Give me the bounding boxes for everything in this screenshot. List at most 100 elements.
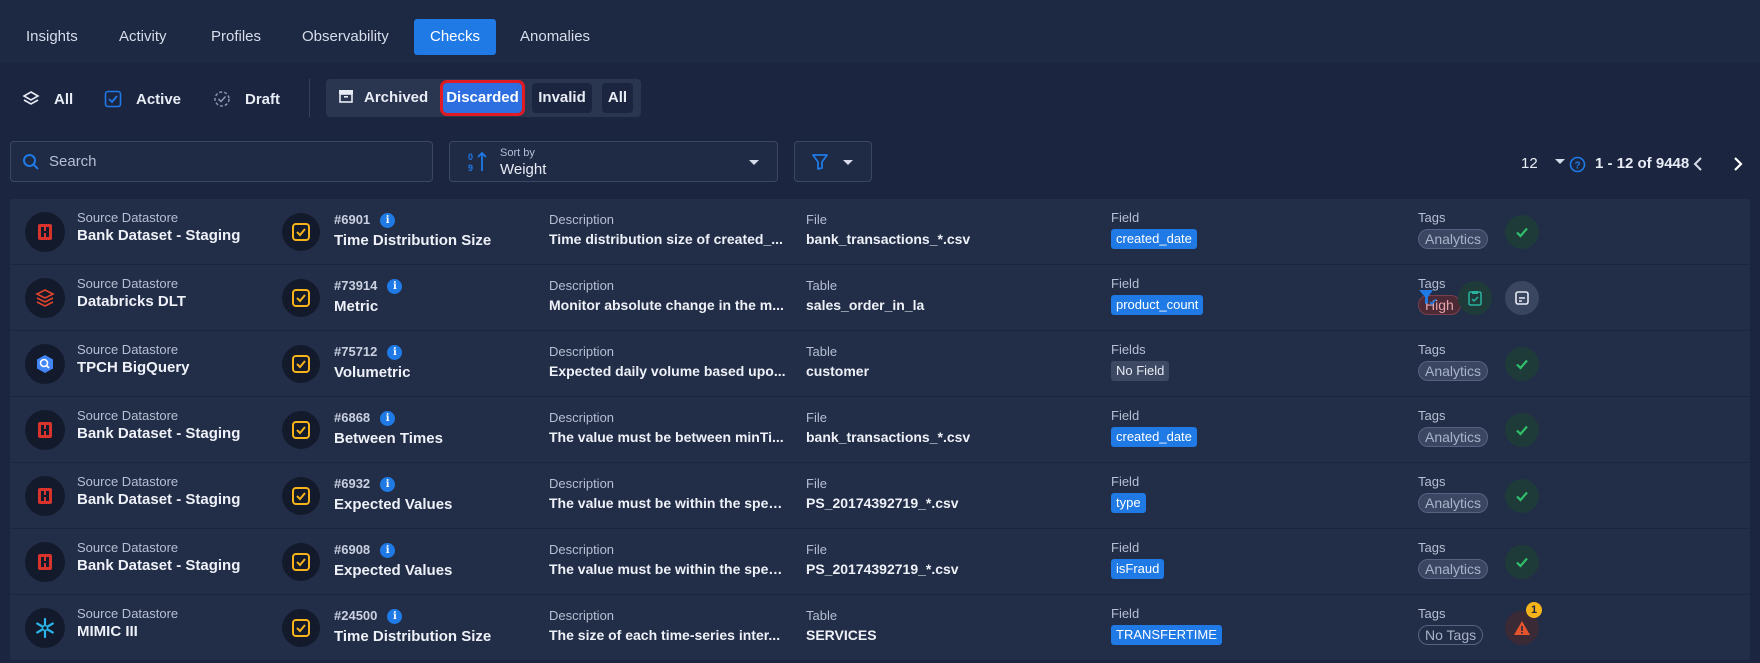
help-circle-icon[interactable]: ? bbox=[1569, 156, 1586, 173]
field-badge[interactable]: No Field bbox=[1111, 361, 1170, 381]
tag-badge[interactable]: No Tags bbox=[1418, 625, 1484, 645]
info-icon[interactable]: i bbox=[380, 543, 396, 559]
check-type[interactable]: Between Times bbox=[334, 429, 534, 448]
tag-badge[interactable]: Analytics bbox=[1418, 493, 1489, 513]
field-badge[interactable]: product_count bbox=[1111, 295, 1204, 315]
check-id: #6908 bbox=[334, 542, 371, 557]
status-ok-button[interactable] bbox=[1505, 215, 1539, 249]
check-id: #73914 bbox=[334, 278, 378, 293]
field-badge[interactable]: created_date bbox=[1111, 229, 1197, 249]
field-badge[interactable]: created_date bbox=[1111, 427, 1197, 447]
container-label: Table bbox=[806, 608, 838, 623]
container-name[interactable]: bank_transactions_*.csv bbox=[806, 230, 1086, 249]
check-type[interactable]: Volumetric bbox=[334, 363, 534, 382]
field-badge[interactable]: TRANSFERTIME bbox=[1111, 625, 1222, 645]
table-row[interactable]: Source Datastore Bank Dataset - Staging #6… bbox=[10, 199, 1750, 265]
table-row[interactable]: Source Datastore Databricks DLT #73914 i Met… bbox=[10, 265, 1750, 331]
per-page-select[interactable]: 12 bbox=[1521, 155, 1566, 172]
description-cell: Description The value must be within the … bbox=[549, 542, 787, 579]
sort-select[interactable]: 0 9 Sort by Weight bbox=[449, 141, 778, 182]
info-icon[interactable]: i bbox=[380, 411, 396, 427]
container-name[interactable]: customer bbox=[806, 362, 1086, 381]
clipboard-check-icon bbox=[1468, 291, 1482, 306]
activate-check-button[interactable] bbox=[1458, 281, 1492, 315]
filter-button[interactable] bbox=[794, 141, 872, 182]
filter-invalid[interactable]: Invalid bbox=[532, 83, 592, 113]
chevron-right-icon[interactable] bbox=[1732, 157, 1744, 171]
check-cell: #6932 i Expected Values bbox=[334, 476, 534, 514]
table-row[interactable]: Source Datastore Bank Dataset - Staging #6… bbox=[10, 397, 1750, 463]
field-cell: Fields No Field bbox=[1111, 342, 1371, 381]
check-icon bbox=[1516, 557, 1528, 568]
info-icon[interactable]: i bbox=[387, 279, 403, 295]
field-cell: Field TRANSFERTIME bbox=[1111, 606, 1371, 645]
datastore-name[interactable]: Bank Dataset - Staging bbox=[77, 490, 277, 509]
status-ok-button[interactable] bbox=[1505, 479, 1539, 513]
filter-archived-all[interactable]: All bbox=[602, 83, 633, 113]
filter-archived[interactable]: Archived bbox=[338, 83, 430, 113]
datastore-name[interactable]: Databricks DLT bbox=[77, 292, 277, 311]
datastore-name[interactable]: MIMIC III bbox=[77, 622, 277, 641]
filter-active-label: Active bbox=[136, 90, 182, 108]
check-type[interactable]: Metric bbox=[334, 297, 534, 316]
chevron-left-icon[interactable] bbox=[1692, 157, 1704, 171]
container-label: File bbox=[806, 542, 827, 557]
draft-check-icon bbox=[214, 91, 230, 107]
description-label: Description bbox=[549, 410, 615, 425]
datastore-name[interactable]: Bank Dataset - Staging bbox=[77, 424, 277, 443]
status-ok-button[interactable] bbox=[1505, 347, 1539, 381]
info-icon[interactable]: i bbox=[387, 345, 403, 361]
tag-badge[interactable]: Analytics bbox=[1418, 361, 1489, 381]
tab-insights[interactable]: Insights bbox=[10, 19, 94, 55]
datastore-name[interactable]: Bank Dataset - Staging bbox=[77, 226, 277, 245]
sort-value: Weight bbox=[500, 161, 547, 178]
field-badge[interactable]: type bbox=[1111, 493, 1146, 513]
container-name[interactable]: bank_transactions_*.csv bbox=[806, 428, 1086, 447]
check-type[interactable]: Time Distribution Size bbox=[334, 627, 534, 646]
table-row[interactable]: Source Datastore Bank Dataset - Staging #6… bbox=[10, 529, 1750, 595]
table-row[interactable]: Source Datastore Bank Dataset - Staging #6… bbox=[10, 463, 1750, 529]
filter-draft[interactable]: Draft bbox=[213, 87, 280, 111]
search-input[interactable]: Search bbox=[10, 141, 433, 182]
tab-checks[interactable]: Checks bbox=[414, 19, 497, 55]
check-cell: #6908 i Expected Values bbox=[334, 542, 534, 580]
container-name[interactable]: PS_20174392719_*.csv bbox=[806, 494, 1086, 513]
datastore-name[interactable]: TPCH BigQuery bbox=[77, 358, 277, 377]
field-badge[interactable]: isFraud bbox=[1111, 559, 1165, 579]
info-icon[interactable]: i bbox=[387, 609, 403, 625]
tab-anomalies[interactable]: Anomalies bbox=[504, 19, 606, 55]
filter-action-button[interactable] bbox=[1411, 281, 1445, 315]
filter-all[interactable]: All bbox=[22, 87, 73, 111]
field-cell: Field product_count bbox=[1111, 276, 1371, 315]
info-icon[interactable]: i bbox=[380, 477, 396, 493]
description-text: Monitor absolute change in the m... bbox=[549, 297, 784, 313]
tab-observability[interactable]: Observability bbox=[286, 19, 405, 55]
tag-badge[interactable]: Analytics bbox=[1418, 427, 1489, 447]
info-icon[interactable]: i bbox=[380, 213, 396, 229]
table-row[interactable]: Source Datastore TPCH BigQuery #75712 i Volu… bbox=[10, 331, 1750, 397]
description-cell: Description Time distribution size of cre… bbox=[549, 212, 787, 249]
edit-draft-button[interactable] bbox=[1505, 281, 1539, 315]
check-type[interactable]: Time Distribution Size bbox=[334, 231, 534, 250]
datastore-label: Source Datastore bbox=[77, 474, 179, 489]
check-id: #75712 bbox=[334, 344, 378, 359]
container-name[interactable]: sales_order_in_la bbox=[806, 296, 1086, 315]
status-ok-button[interactable] bbox=[1505, 545, 1539, 579]
check-icon bbox=[1516, 227, 1528, 238]
chevron-down-icon bbox=[749, 160, 759, 165]
bigquery-icon bbox=[25, 344, 65, 384]
status-ok-button[interactable] bbox=[1505, 413, 1539, 447]
check-type[interactable]: Expected Values bbox=[334, 561, 534, 580]
tab-profiles[interactable]: Profiles bbox=[195, 19, 277, 55]
filter-discarded[interactable]: Discarded bbox=[440, 80, 525, 116]
datastore-name[interactable]: Bank Dataset - Staging bbox=[77, 556, 277, 575]
container-name[interactable]: PS_20174392719_*.csv bbox=[806, 560, 1086, 579]
filter-active[interactable]: Active bbox=[104, 87, 181, 111]
container-name[interactable]: SERVICES bbox=[806, 626, 1086, 645]
datastore-cell: Source Datastore Bank Dataset - Staging bbox=[77, 210, 277, 245]
tag-badge[interactable]: Analytics bbox=[1418, 559, 1489, 579]
table-row[interactable]: Source Datastore MIMIC III #24500 i Time Dis… bbox=[10, 595, 1750, 661]
check-type[interactable]: Expected Values bbox=[334, 495, 534, 514]
tab-activity[interactable]: Activity bbox=[103, 19, 183, 55]
tag-badge[interactable]: Analytics bbox=[1418, 229, 1489, 249]
